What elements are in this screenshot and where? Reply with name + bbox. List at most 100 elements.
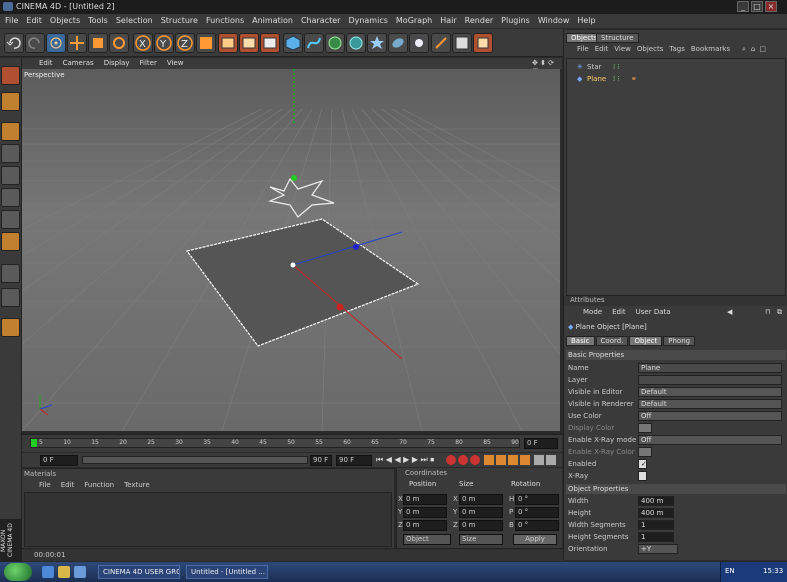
materials-menu-texture[interactable]: Texture — [119, 480, 155, 491]
enable-axis-icon[interactable] — [1, 232, 20, 251]
enabled-checkbox[interactable]: ✓ — [638, 459, 647, 469]
sculpt-icon[interactable] — [1, 318, 20, 337]
menu-file[interactable]: File — [2, 14, 23, 28]
render-picture-viewer-icon[interactable] — [239, 33, 259, 53]
rotation-h-field[interactable]: 0 ° — [515, 494, 559, 505]
new-view-icon[interactable]: □ — [757, 44, 768, 56]
tab-structure[interactable]: Structure — [596, 33, 639, 43]
max-frame-field[interactable]: 90 F — [336, 455, 372, 466]
menu-objects[interactable]: Objects — [47, 14, 85, 28]
object-name[interactable]: Plane — [587, 75, 606, 83]
z-axis-icon[interactable]: Z — [175, 33, 195, 53]
viewport-menu-edit[interactable]: Edit — [34, 58, 58, 69]
taskbar-item-forum[interactable]: CINEMA 4D USER GROUP... — [98, 565, 180, 579]
layout-icon[interactable] — [452, 33, 472, 53]
y-axis-icon[interactable]: Y — [154, 33, 174, 53]
height-field[interactable]: 400 m — [638, 508, 674, 518]
rotation-b-field[interactable]: 0 ° — [515, 520, 559, 531]
pla-key-icon[interactable] — [534, 455, 544, 465]
use-object-tool-icon[interactable] — [1, 92, 20, 111]
objects-menu-file[interactable]: File — [574, 44, 592, 56]
z-axis-handle[interactable] — [353, 244, 359, 250]
position-z-field[interactable]: 0 m — [403, 520, 447, 531]
visibility-dots-icon[interactable]: ⁞ ⁝ — [613, 63, 620, 71]
deformer-icon[interactable] — [367, 33, 387, 53]
folder-icon[interactable] — [58, 566, 70, 578]
timeline-menu-icon[interactable] — [546, 455, 556, 465]
shutdown-icon[interactable] — [473, 33, 493, 53]
home-icon[interactable]: ⌂ — [749, 44, 757, 56]
visible-editor-select[interactable]: Default — [638, 387, 782, 397]
tab-phong[interactable]: Phong — [663, 336, 696, 346]
use-color-select[interactable]: Off — [638, 411, 782, 421]
array-icon[interactable] — [346, 33, 366, 53]
layer-field[interactable] — [638, 375, 782, 385]
materials-menu-function[interactable]: Function — [79, 480, 119, 491]
display-color-swatch[interactable] — [638, 423, 652, 433]
viewport-menu-filter[interactable]: Filter — [135, 58, 162, 69]
coordinate-system-icon[interactable] — [196, 33, 216, 53]
orientation-select[interactable]: +Y — [638, 544, 678, 554]
close-button[interactable]: × — [765, 1, 777, 12]
redo-icon[interactable] — [25, 33, 45, 53]
back-arrow-icon[interactable]: ◀ — [722, 307, 737, 317]
phong-tag-icon[interactable]: ⚭ — [631, 75, 637, 83]
list-item[interactable]: ◆ Plane ⁞ ⁝ ⚭ — [569, 75, 785, 86]
menu-mograph[interactable]: MoGraph — [393, 14, 437, 28]
render-view-icon[interactable] — [218, 33, 238, 53]
light-icon[interactable] — [409, 33, 429, 53]
use-points-tool-icon[interactable] — [1, 166, 20, 185]
environment-icon[interactable] — [388, 33, 408, 53]
x-axis-icon[interactable]: X — [133, 33, 153, 53]
object-name[interactable]: Star — [587, 63, 601, 71]
position-x-field[interactable]: 0 m — [403, 494, 447, 505]
tweak-mode-icon[interactable] — [1, 264, 20, 283]
taskbar-item-cinema4d[interactable]: Untitled - [Untitled ... — [186, 565, 268, 579]
list-item[interactable]: ✳ Star ⁞ ⁝ — [569, 63, 785, 74]
attributes-menu-userdata[interactable]: User Data — [631, 307, 676, 318]
attributes-menu-edit[interactable]: Edit — [607, 307, 631, 318]
position-key-icon[interactable] — [484, 455, 494, 465]
undo-icon[interactable] — [4, 33, 24, 53]
menu-selection[interactable]: Selection — [113, 14, 158, 28]
position-y-field[interactable]: 0 m — [403, 507, 447, 518]
objects-menu-edit[interactable]: Edit — [592, 44, 612, 56]
end-frame-field[interactable]: 90 F — [310, 455, 332, 466]
objects-menu-bookmarks[interactable]: Bookmarks — [688, 44, 733, 56]
viewport-menu-display[interactable]: Display — [99, 58, 135, 69]
viewport-menu-cameras[interactable]: Cameras — [58, 58, 99, 69]
menu-hair[interactable]: Hair — [437, 14, 461, 28]
height-segments-field[interactable]: 1 — [638, 532, 674, 542]
cube-icon[interactable] — [283, 33, 303, 53]
objects-menu-tags[interactable]: Tags — [666, 44, 688, 56]
width-field[interactable]: 400 m — [638, 496, 674, 506]
move-icon[interactable] — [67, 33, 87, 53]
current-frame-field[interactable]: 0 F — [524, 438, 558, 449]
tab-object[interactable]: Object — [629, 336, 663, 346]
star-y-handle[interactable] — [291, 175, 297, 181]
tab-coord[interactable]: Coord. — [595, 336, 629, 346]
snap-icon[interactable] — [1, 288, 20, 307]
width-segments-field[interactable]: 1 — [638, 520, 674, 530]
scale-icon[interactable] — [88, 33, 108, 53]
menu-help[interactable]: Help — [574, 14, 600, 28]
menu-dynamics[interactable]: Dynamics — [345, 14, 392, 28]
materials-menu-edit[interactable]: Edit — [56, 480, 80, 491]
perspective-viewport[interactable]: Perspective — [22, 69, 560, 431]
coordinate-mode-select[interactable]: Object — [403, 534, 451, 545]
size-z-field[interactable]: 0 m — [459, 520, 503, 531]
objects-menu-objects[interactable]: Objects — [634, 44, 666, 56]
viewport-menu-view[interactable]: View — [162, 58, 189, 69]
use-texture-axis-icon[interactable] — [1, 144, 20, 163]
apply-button[interactable]: Apply — [513, 534, 557, 545]
tab-basic[interactable]: Basic — [566, 336, 595, 346]
xray-checkbox[interactable] — [638, 471, 647, 481]
subdivision-surface-icon[interactable] — [325, 33, 345, 53]
start-button[interactable] — [4, 563, 32, 581]
rotate-icon[interactable] — [109, 33, 129, 53]
media-icon[interactable] — [74, 566, 86, 578]
menu-render[interactable]: Render — [462, 14, 498, 28]
hair-tool-icon[interactable] — [431, 33, 451, 53]
timeline-ruler[interactable]: 5 10 15 20 25 30 35 40 45 50 55 60 65 70… — [30, 438, 520, 448]
render-settings-icon[interactable] — [260, 33, 280, 53]
